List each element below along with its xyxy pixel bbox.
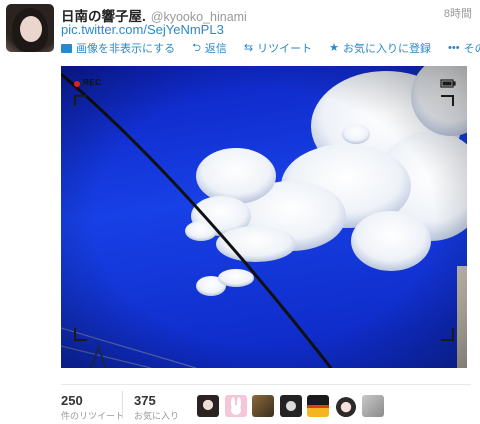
favorite-count-label: お気に入り: [134, 411, 180, 421]
favorite-count: 375: [134, 393, 156, 408]
favoriter-avatars: [197, 395, 390, 417]
favoriter-avatar[interactable]: [334, 395, 357, 417]
more-button[interactable]: ••• その他: [448, 40, 480, 56]
retweet-icon: ⇆: [243, 41, 254, 54]
reply-button[interactable]: ⮌ 返信: [192, 40, 227, 56]
image-icon: [61, 43, 72, 53]
favorite-button[interactable]: ★ お気に入りに登録: [329, 40, 431, 56]
favoriter-avatar[interactable]: [252, 395, 274, 417]
retweet-count-label: 件のリツイート: [61, 411, 125, 421]
more-dots-icon: •••: [448, 41, 460, 54]
star-icon: ★: [329, 41, 340, 54]
favoriter-avatar[interactable]: [307, 395, 329, 417]
hide-image-button[interactable]: 画像を非表示にする: [61, 40, 175, 56]
retweet-count: 250: [61, 393, 83, 408]
favoriter-avatar[interactable]: [279, 395, 302, 417]
retweet-button[interactable]: ⇆ リツイート: [244, 40, 312, 56]
reply-label: 返信: [204, 43, 227, 55]
bunny-icon: [230, 397, 241, 415]
tweet-photo[interactable]: REC: [61, 66, 467, 368]
favoriter-avatar[interactable]: [224, 395, 247, 417]
tweet-timestamp[interactable]: 8時間: [444, 5, 472, 21]
reply-icon: ⮌: [192, 41, 201, 54]
rec-dot: [74, 81, 80, 87]
favorite-stat[interactable]: 375 お気に入り: [134, 393, 179, 422]
favoriter-avatar[interactable]: [362, 395, 384, 417]
rec-label: REC: [83, 78, 102, 87]
author-avatar[interactable]: [6, 4, 54, 52]
tweet-media-link[interactable]: pic.twitter.com/SejYeNmPL3: [61, 22, 224, 37]
hide-image-label: 画像を非表示にする: [76, 43, 176, 55]
favorite-label: お気に入りに登録: [343, 43, 432, 55]
retweet-label: リツイート: [257, 43, 313, 55]
photo-svg: [61, 66, 467, 368]
vignette: [61, 66, 467, 368]
more-label: その他: [463, 43, 480, 55]
stats-divider: [122, 391, 123, 419]
tweet-header: 日南の響子屋. @kyooko_hinami 8時間: [61, 5, 474, 24]
retweet-stat[interactable]: 250 件のリツイート: [61, 393, 124, 422]
avatar-face: [20, 16, 42, 42]
tweet-stats: 250 件のリツイート 375 お気に入り: [61, 384, 471, 421]
tweet-actions: 画像を非表示にする ⮌ 返信 ⇆ リツイート ★ お気に入りに登録 ••• その…: [61, 40, 480, 56]
favoriter-avatar[interactable]: [197, 395, 219, 417]
